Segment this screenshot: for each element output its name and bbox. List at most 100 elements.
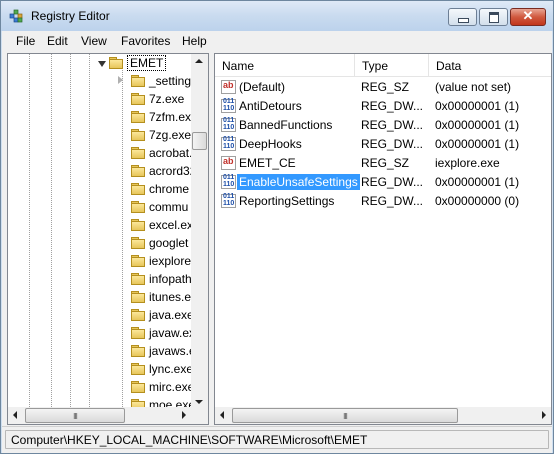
value-row[interactable]: 011 110 DeepHooks REG_DW... 0x00000001 (1) <box>215 135 551 154</box>
value-name: BannedFunctions <box>239 118 333 132</box>
maximize-button[interactable] <box>479 8 508 26</box>
value-name: ReportingSettings <box>239 194 335 208</box>
scroll-thumb[interactable]: III <box>232 408 458 423</box>
tree-item[interactable]: infopath <box>8 270 193 288</box>
column-header-name[interactable]: Name <box>215 54 355 76</box>
folder-icon <box>131 309 145 321</box>
value-data: 0x00000000 (0) <box>435 194 520 208</box>
minimize-icon <box>458 18 469 23</box>
tree-item-label: itunes.e <box>149 290 192 304</box>
value-row[interactable]: 011 110 AntiDetours REG_DW... 0x00000001 (1) <box>215 97 551 116</box>
folder-icon <box>131 93 145 105</box>
folder-icon <box>131 75 145 87</box>
value-name: AntiDetours <box>239 99 302 113</box>
scroll-thumb[interactable] <box>192 132 207 150</box>
collapse-arrow-icon[interactable] <box>98 61 106 67</box>
menu-view[interactable]: View <box>81 34 107 48</box>
menu-edit[interactable]: Edit <box>47 34 68 48</box>
folder-icon <box>131 219 145 231</box>
menu-file[interactable]: File <box>16 34 35 48</box>
tree-item[interactable]: acrord32 <box>8 162 197 180</box>
tree-item[interactable]: lync.exe <box>8 360 193 378</box>
column-header-type[interactable]: Type <box>355 54 429 76</box>
tree-item-label: mirc.exe <box>149 380 195 394</box>
tree-item[interactable]: 7z.exe <box>8 90 193 108</box>
string-value-icon: ab <box>221 80 236 94</box>
maximize-icon <box>489 12 499 23</box>
tree-item-label: iexplore <box>149 254 192 268</box>
minimize-button[interactable] <box>448 8 477 26</box>
tree-item[interactable]: javaw.ex <box>8 324 195 342</box>
scroll-right-arrow-icon[interactable] <box>542 411 546 419</box>
folder-icon <box>131 129 145 141</box>
tree-item-emet[interactable]: EMET <box>8 54 193 72</box>
value-data: 0x00000001 (1) <box>435 99 520 113</box>
tree-item[interactable]: javaws.e <box>8 342 196 360</box>
tree-item[interactable]: iexplore <box>8 252 193 270</box>
folder-icon <box>131 273 145 285</box>
scroll-left-arrow-icon[interactable] <box>220 411 224 419</box>
tree-vertical-scrollbar[interactable] <box>191 54 208 409</box>
value-data: 0x00000001 (1) <box>435 118 520 132</box>
column-label: Type <box>362 59 389 73</box>
close-icon: ✕ <box>522 8 534 23</box>
tree-item[interactable]: commu <box>8 198 193 216</box>
tree-item-label: acrobat. <box>149 146 193 160</box>
tree-item[interactable]: itunes.e <box>8 288 193 306</box>
close-button[interactable]: ✕ <box>510 8 546 26</box>
key-tree-pane[interactable]: EMET _setting 7z.exe 7zfm.exe 7zg.exe acroba… <box>7 53 209 425</box>
status-panel: Computer\HKEY_LOCAL_MACHINE\SOFTWARE\Mic… <box>5 430 549 449</box>
value-row[interactable]: ab EMET_CE REG_SZ iexplore.exe <box>215 154 551 173</box>
menu-help[interactable]: Help <box>182 34 207 48</box>
folder-icon <box>131 345 145 357</box>
tree-item[interactable]: chrome <box>8 180 193 198</box>
tree-item[interactable]: 7zfm.exe <box>8 108 198 126</box>
value-data: iexplore.exe <box>435 156 500 170</box>
title-bar[interactable]: Registry Editor ✕ <box>1 1 553 31</box>
tree-item-label: lync.exe <box>149 362 194 376</box>
tree-item-label: googlet <box>149 236 189 250</box>
menu-favorites[interactable]: Favorites <box>121 34 170 48</box>
values-list-pane[interactable]: Name Type Data ab (Default) REG_SZ (value n… <box>214 53 552 425</box>
tree-item-label: acrord32 <box>149 164 197 178</box>
tree-item-label: 7zg.exe <box>149 128 192 142</box>
value-data: 0x00000001 (1) <box>435 137 520 151</box>
values-horizontal-scrollbar[interactable]: III <box>215 407 551 424</box>
folder-icon <box>131 165 145 177</box>
tree-item[interactable]: googlet <box>8 234 193 252</box>
tree-item[interactable]: _setting <box>8 72 193 90</box>
tree-item-label: EMET <box>127 55 167 71</box>
column-header-data[interactable]: Data <box>429 54 551 76</box>
scroll-left-arrow-icon[interactable] <box>13 411 17 419</box>
expand-arrow-icon[interactable] <box>118 76 123 84</box>
value-type: REG_DW... <box>361 118 424 132</box>
value-row[interactable]: ab (Default) REG_SZ (value not set) <box>215 78 551 97</box>
value-row[interactable]: 011 110 ReportingSettings REG_DW... 0x000000… <box>215 192 551 211</box>
folder-icon <box>131 291 145 303</box>
column-label: Name <box>222 59 255 73</box>
folder-icon <box>131 363 145 375</box>
folder-icon <box>131 381 145 393</box>
status-bar: Computer\HKEY_LOCAL_MACHINE\SOFTWARE\Mic… <box>2 426 552 453</box>
value-row[interactable]: 011 110 BannedFunctions REG_DW... 0x00000001… <box>215 116 551 135</box>
tree-item[interactable]: 7zg.exe <box>8 126 193 144</box>
tree-item[interactable]: mirc.exe <box>8 378 195 396</box>
scroll-up-arrow-icon[interactable] <box>195 59 203 63</box>
string-value-icon: ab <box>221 156 236 170</box>
tree-item[interactable]: java.exe <box>8 306 194 324</box>
menu-bar: File Edit View Favorites Help <box>2 31 552 51</box>
scroll-right-arrow-icon[interactable] <box>182 411 186 419</box>
value-name: EnableUnsafeSettings <box>237 174 360 190</box>
value-row[interactable]: 011 110 EnableUnsafeSettings REG_DW... 0x000… <box>215 173 551 192</box>
scroll-thumb[interactable]: III <box>25 408 125 423</box>
tree-item-label: chrome <box>149 182 190 196</box>
dword-value-icon: 011 110 <box>221 193 236 208</box>
tree-item[interactable]: acrobat. <box>8 144 193 162</box>
tree-item-label: javaws.e <box>149 344 196 358</box>
window-title: Registry Editor <box>31 9 110 23</box>
tree-horizontal-scrollbar[interactable]: III <box>8 407 191 424</box>
column-header-row: Name Type Data <box>215 54 551 77</box>
value-data: (value not set) <box>435 80 512 94</box>
tree-item[interactable]: excel.exe <box>8 216 200 234</box>
scroll-down-arrow-icon[interactable] <box>195 400 203 404</box>
